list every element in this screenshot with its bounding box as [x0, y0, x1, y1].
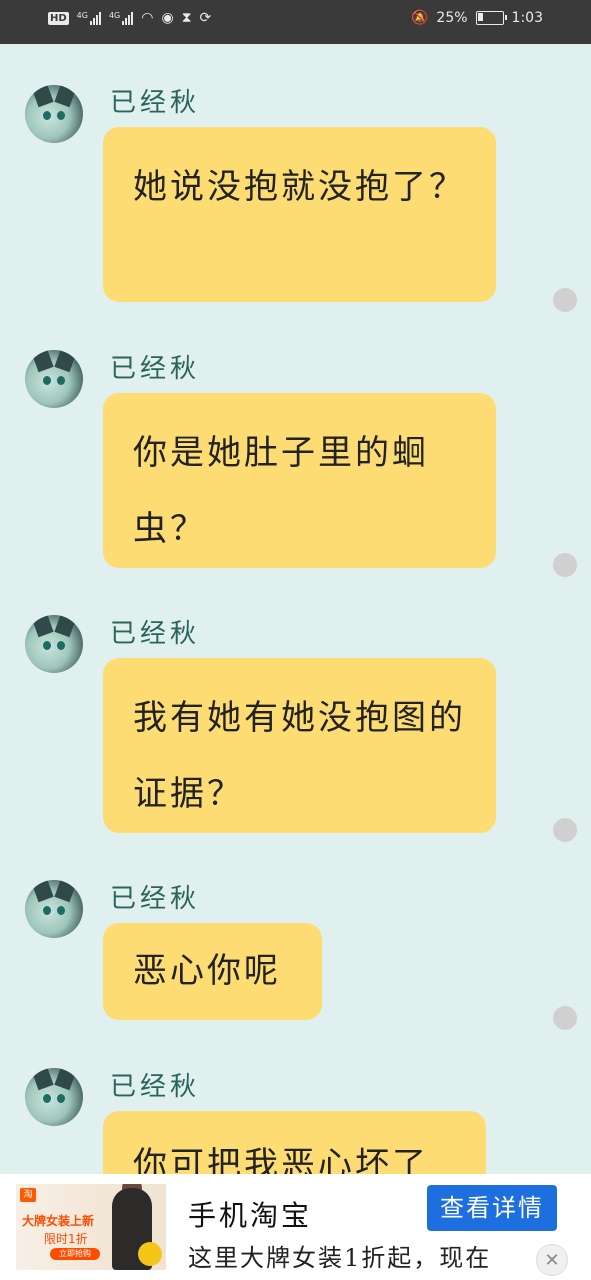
message-bubble[interactable]: 恶心你呢 — [103, 923, 322, 1020]
status-left: HD 4G 4G ◠ ◉ ⧗ ⟳ — [48, 10, 211, 26]
signal-icon: 4G — [77, 11, 101, 25]
select-radio[interactable] — [553, 553, 577, 577]
message-bubble[interactable]: 你是她肚子里的蛔虫？ — [103, 393, 496, 568]
message-bubble[interactable]: 我有她有她没抱图的证据？ — [103, 658, 496, 833]
wifi-icon: ◠ — [141, 10, 154, 26]
status-bar: HD 4G 4G ◠ ◉ ⧗ ⟳ 🔕 25% 1:03 — [0, 0, 591, 44]
ad-image-subline: 限时1折 — [44, 1232, 88, 1246]
battery-percent: 25% — [436, 10, 468, 26]
sync-icon: ⟳ — [199, 10, 212, 26]
ad-title: 手机淘宝 — [188, 1199, 313, 1232]
taobao-logo-icon: 淘 — [20, 1188, 36, 1202]
ad-image[interactable]: 淘 大牌女装上新 限时1折 立即抢购 — [16, 1184, 166, 1270]
avatar[interactable] — [25, 350, 83, 408]
message-bubble[interactable]: 她说没抱就没抱了？ — [103, 127, 496, 302]
avatar[interactable] — [25, 615, 83, 673]
avatar[interactable] — [25, 880, 83, 938]
ad-image-button: 立即抢购 — [50, 1248, 100, 1260]
status-right: 🔕 25% 1:03 — [411, 10, 543, 26]
globe-icon: ◉ — [161, 10, 174, 26]
clock: 1:03 — [511, 10, 543, 26]
avatar[interactable] — [25, 1068, 83, 1126]
signal-icon: 4G — [109, 11, 134, 25]
sender-name: 已经秋 — [110, 619, 201, 649]
select-radio[interactable] — [553, 1006, 577, 1030]
close-icon[interactable]: ✕ — [536, 1244, 568, 1276]
ad-image-headline: 大牌女装上新 — [22, 1214, 95, 1228]
select-radio[interactable] — [553, 288, 577, 312]
mute-bell-icon: 🔕 — [410, 10, 429, 26]
sender-name: 已经秋 — [110, 88, 201, 118]
hourglass-icon: ⧗ — [181, 10, 192, 26]
sender-name: 已经秋 — [110, 884, 201, 914]
ad-banner[interactable]: 淘 大牌女装上新 限时1折 立即抢购 手机淘宝 这里大牌女装1折起，现在 查看详… — [0, 1174, 591, 1280]
ad-description: 这里大牌女装1折起，现在 — [188, 1244, 492, 1272]
sunflower-icon — [138, 1242, 162, 1266]
view-details-button[interactable]: 查看详情 — [427, 1185, 557, 1231]
hd-icon: HD — [48, 11, 69, 25]
battery-icon — [475, 11, 507, 25]
sender-name: 已经秋 — [110, 354, 201, 384]
avatar[interactable] — [25, 85, 83, 143]
sender-name: 已经秋 — [110, 1072, 201, 1102]
select-radio[interactable] — [553, 818, 577, 842]
